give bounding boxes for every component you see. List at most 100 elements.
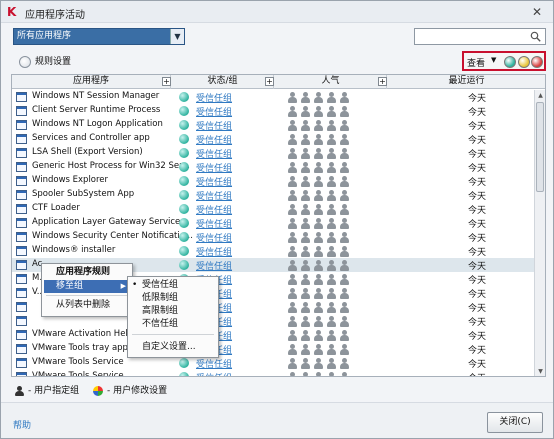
table-row[interactable]: VMware Tools tray applica...受信任组今天 [12,342,534,356]
help-link[interactable]: 帮助 [13,418,31,431]
menu-item-high-restricted-group[interactable]: 高限制组 [130,305,216,318]
popularity-rating [288,148,358,159]
person-icon [301,190,310,201]
menu-item-untrusted-group[interactable]: 不信任组 [130,318,216,331]
search-icon[interactable] [530,31,541,42]
person-icon [288,176,297,187]
group-link[interactable]: 受信任组 [196,175,232,188]
group-link[interactable]: 受信任组 [196,147,232,160]
menu-item-application-rules[interactable]: 应用程序规则 [44,266,130,279]
trusted-status-icon [179,106,189,116]
application-name: Spooler SubSystem App [32,189,135,199]
table-row[interactable]: Application Layer Gateway Service 受信任组 今天 [12,216,534,230]
person-icon [288,274,297,285]
person-icon [288,260,297,271]
table-row[interactable]: VMware Tools Service 受信任组 今天 [12,356,534,370]
table-row[interactable]: VMware Tools Service 受信任组 今天 [12,370,534,376]
person-icon [288,246,297,257]
table-row[interactable]: Windows Security Center Notificatio... 受信… [12,230,534,244]
person-icon [288,316,297,327]
expand-popularity-icon[interactable]: + [378,77,387,86]
rules-toolbar: 规则设置 查看 ▼ [11,51,546,73]
group-link[interactable]: 受信任组 [196,371,232,376]
close-icon[interactable]: ✕ [529,4,545,20]
table-row[interactable]: VMware Activation Helper受信任组今天 [12,328,534,342]
group-link[interactable]: 受信任组 [196,91,232,104]
person-icon [288,344,297,355]
person-icon [301,302,310,313]
table-row[interactable]: LSA Shell (Export Version) 受信任组 今天 [12,146,534,160]
column-header-application[interactable]: 应用程序 [12,75,171,89]
trusted-status-icon [179,92,189,102]
trusted-status-icon [179,232,189,242]
person-icon [340,260,349,271]
application-icon [16,302,27,312]
person-icon [288,134,297,145]
table-row[interactable]: Windows NT Logon Application 受信任组 今天 [12,118,534,132]
column-header-popularity[interactable]: 人气 [275,75,387,89]
column-header-last-run[interactable]: 最近运行 [388,75,545,89]
window-title: 应用程序活动 [25,10,85,21]
group-link[interactable]: 受信任组 [196,133,232,146]
person-icon [314,106,323,117]
menu-item-trusted-group[interactable]: • 受信任组 [130,279,216,292]
table-row[interactable]: Generic Host Process for Win32 Ser... 受信任… [12,160,534,174]
group-submenu: • 受信任组 低限制组 高限制组 不信任组 自定义设置... [127,276,219,358]
menu-item-low-restricted-group[interactable]: 低限制组 [130,292,216,305]
yellow-status-filter-icon[interactable] [518,56,530,68]
group-link[interactable]: 受信任组 [196,119,232,132]
table-row[interactable]: Windows Explorer 受信任组 今天 [12,174,534,188]
column-header-status[interactable]: 状态/组 [172,75,274,89]
person-icon [301,260,310,271]
menu-item-custom-settings[interactable]: 自定义设置... [130,341,216,354]
application-filter-dropdown[interactable]: 所有应用程序 ▼ [13,28,185,45]
rules-settings-label: 规则设置 [35,57,72,67]
last-run-value: 今天 [468,122,487,132]
scroll-up-icon[interactable]: ▲ [536,91,545,101]
person-icon [314,302,323,313]
table-row[interactable]: CTF Loader 受信任组 今天 [12,202,534,216]
table-row[interactable]: Services and Controller app 受信任组 今天 [12,132,534,146]
popularity-rating [288,316,358,327]
last-run-value: 今天 [468,192,487,202]
menu-item-move-to-group[interactable]: 移至组 ▶ [44,280,130,293]
group-link[interactable]: 受信任组 [196,259,232,272]
group-link[interactable]: 受信任组 [196,189,232,202]
legend-label: - 用户指定组 [28,386,80,396]
close-button[interactable]: 关闭(C) [487,412,543,433]
expand-status-icon[interactable]: + [265,77,274,86]
person-icon [327,148,336,159]
red-status-filter-icon[interactable] [531,56,543,68]
menu-item-remove-from-list[interactable]: 从列表中删除 [44,299,130,312]
application-table: 应用程序 + 状态/组 + 人气 + 最近运行 Windows NT Sessi… [11,74,546,377]
last-run-value: 今天 [468,332,487,342]
group-link[interactable]: 受信任组 [196,357,232,370]
group-link[interactable]: 受信任组 [196,105,232,118]
green-status-filter-icon[interactable] [504,56,516,68]
group-link[interactable]: 受信任组 [196,231,232,244]
table-row[interactable]: Spooler SubSystem App 受信任组 今天 [12,188,534,202]
search-input[interactable] [414,28,546,45]
scrollbar-thumb[interactable] [536,102,544,192]
group-link[interactable]: 受信任组 [196,217,232,230]
view-dropdown-icon[interactable]: ▼ [491,56,496,64]
person-icon [340,330,349,341]
trusted-status-icon [179,134,189,144]
vertical-scrollbar[interactable]: ▲ ▼ [534,90,545,376]
scroll-down-icon[interactable]: ▼ [536,367,545,376]
group-link[interactable]: 受信任组 [196,245,232,258]
popularity-rating [288,302,358,313]
table-row[interactable]: Client Server Runtime Process 受信任组 今天 [12,104,534,118]
submenu-arrow-icon: ▶ [120,282,126,290]
legend-label: - 用户修改设置 [107,386,168,396]
group-link[interactable]: 受信任组 [196,203,232,216]
rules-settings-button[interactable]: 规则设置 [19,54,71,70]
table-row[interactable]: Windows® installer 受信任组 今天 [12,244,534,258]
expand-application-icon[interactable]: + [162,77,171,86]
table-row[interactable]: Windows NT Session Manager 受信任组 今天 [12,90,534,104]
chevron-down-icon[interactable]: ▼ [170,29,184,44]
application-icon [16,106,27,116]
trusted-status-icon [179,190,189,200]
group-link[interactable]: 受信任组 [196,161,232,174]
view-button[interactable]: 查看 [467,56,485,69]
